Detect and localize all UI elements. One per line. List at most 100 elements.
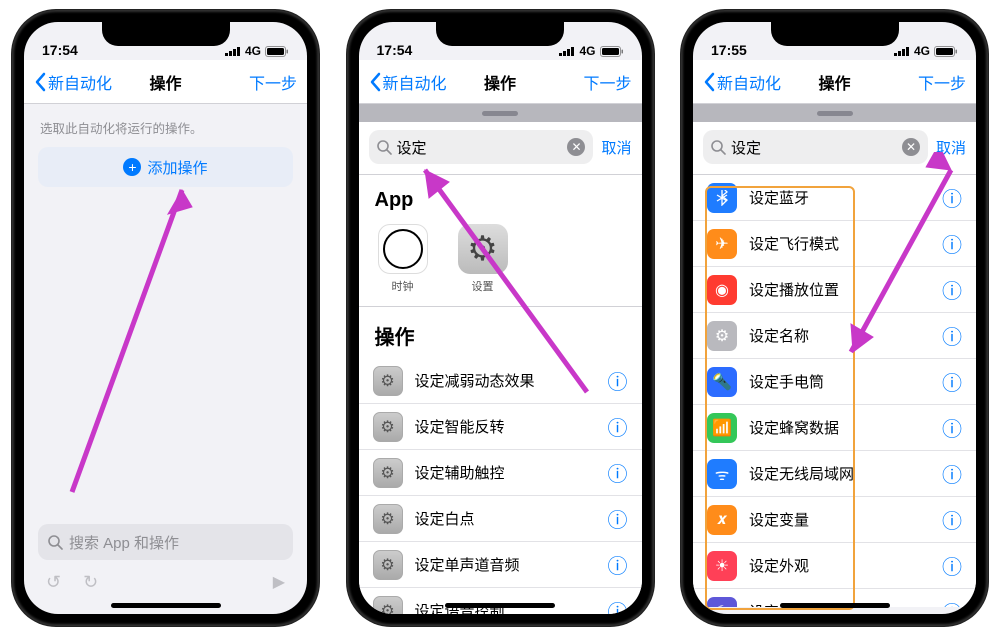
info-button[interactable]: ⓘ	[608, 412, 628, 441]
search-input[interactable]: 设定 ✕	[703, 130, 928, 164]
status-time: 17:55	[711, 42, 747, 58]
actions-list[interactable]: ⚙设定减弱动态效果ⓘ⚙设定智能反转ⓘ⚙设定辅助触控ⓘ⚙设定白点ⓘ⚙设定单声道音频…	[359, 358, 642, 614]
action-label: 设定减弱动态效果	[415, 370, 596, 391]
result-label: 设定名称	[749, 325, 930, 346]
search-input-bottom[interactable]: 搜索 App 和操作	[38, 524, 293, 560]
plane-icon: ✈	[707, 229, 737, 259]
add-action-button[interactable]: + 添加操作	[38, 147, 293, 187]
cancel-button[interactable]: 取消	[601, 137, 631, 158]
chevron-left-icon	[34, 72, 46, 92]
signal-icon	[225, 46, 241, 56]
action-label: 设定单声道音频	[415, 554, 596, 575]
chevron-left-icon	[703, 72, 715, 92]
result-row[interactable]: ✈设定飞行模式ⓘ	[693, 221, 976, 267]
app-settings[interactable]: 设置	[455, 224, 511, 294]
clock-icon	[378, 224, 428, 274]
battery-icon	[600, 46, 624, 57]
phone-frame-1: 17:54 4G 新自动化 操作 下一步 选取此自动化将运行的操作。 + 添加操…	[12, 10, 319, 626]
action-row[interactable]: ⚙设定语音控制ⓘ	[359, 588, 642, 614]
notch	[771, 22, 899, 46]
action-row[interactable]: ⚙设定智能反转ⓘ	[359, 404, 642, 450]
result-row[interactable]: 设定蓝牙ⓘ	[693, 175, 976, 221]
nav-title: 操作	[149, 70, 181, 94]
screen-3: 17:55 4G 新自动化 操作 下一步 设定 ✕ 取消 设定蓝牙ⓘ✈设	[693, 22, 976, 614]
status-time: 17:54	[377, 42, 413, 58]
settings-icon	[458, 224, 508, 274]
info-button[interactable]: ⓘ	[942, 459, 962, 488]
search-icon	[48, 535, 63, 550]
result-label: 设定播放位置	[749, 279, 930, 300]
notch	[436, 22, 564, 46]
sheet-grip[interactable]	[693, 104, 976, 122]
redo-button[interactable]: ↻	[83, 572, 98, 593]
torch-icon: 🔦	[707, 367, 737, 397]
action-row[interactable]: ⚙设定辅助触控ⓘ	[359, 450, 642, 496]
wifi-icon: ᯤ	[707, 459, 737, 489]
info-button[interactable]: ⓘ	[942, 321, 962, 350]
info-button[interactable]: ⓘ	[608, 596, 628, 614]
notch	[102, 22, 230, 46]
info-button[interactable]: ⓘ	[942, 275, 962, 304]
action-label: 设定白点	[415, 508, 596, 529]
nav-back-label: 新自动化	[383, 70, 447, 94]
result-row[interactable]: ◉设定播放位置ⓘ	[693, 267, 976, 313]
info-button[interactable]: ⓘ	[608, 504, 628, 533]
chevron-left-icon	[369, 72, 381, 92]
clear-search-button[interactable]: ✕	[902, 138, 920, 156]
results-list[interactable]: 设定蓝牙ⓘ✈设定飞行模式ⓘ◉设定播放位置ⓘ⚙设定名称ⓘ🔦设定手电筒ⓘ📶设定蜂窝数…	[693, 175, 976, 607]
play-button[interactable]: ▶	[273, 572, 285, 592]
info-button[interactable]: ⓘ	[942, 505, 962, 534]
status-right: 4G	[559, 44, 623, 58]
nav-bar: 新自动化 操作 下一步	[693, 60, 976, 104]
clear-search-button[interactable]: ✕	[567, 138, 585, 156]
result-label: 设定外观	[749, 555, 930, 576]
home-indicator[interactable]	[445, 603, 555, 608]
info-button[interactable]: ⓘ	[608, 366, 628, 395]
info-button[interactable]: ⓘ	[608, 458, 628, 487]
nav-next-button[interactable]: 下一步	[249, 70, 297, 94]
screen-2: 17:54 4G 新自动化 操作 下一步 设定 ✕ 取消 App	[359, 22, 642, 614]
nav-back-button[interactable]: 新自动化	[369, 70, 447, 94]
gear-icon: ⚙	[707, 321, 737, 351]
nav-bar: 新自动化 操作 下一步	[24, 60, 307, 104]
gear-icon: ⚙	[373, 596, 403, 615]
plus-icon: +	[123, 158, 141, 176]
result-row[interactable]: 🔦设定手电筒ⓘ	[693, 359, 976, 405]
undo-button[interactable]: ↺	[46, 572, 61, 593]
search-placeholder: 搜索 App 和操作	[69, 532, 179, 553]
home-indicator[interactable]	[780, 603, 890, 608]
signal-icon	[559, 46, 575, 56]
cancel-button[interactable]: 取消	[936, 137, 966, 158]
result-row[interactable]: ☀设定外观ⓘ	[693, 543, 976, 589]
result-label: 设定无线局域网	[749, 463, 930, 484]
info-button[interactable]: ⓘ	[942, 413, 962, 442]
action-label: 设定智能反转	[415, 416, 596, 437]
action-row[interactable]: ⚙设定单声道音频ⓘ	[359, 542, 642, 588]
subtitle-text: 选取此自动化将运行的操作。	[24, 104, 307, 147]
app-clock[interactable]: 时钟	[375, 224, 431, 294]
search-value: 设定	[397, 137, 563, 158]
network-label: 4G	[579, 44, 595, 58]
action-row[interactable]: ⚙设定白点ⓘ	[359, 496, 642, 542]
info-button[interactable]: ⓘ	[942, 597, 962, 607]
info-button[interactable]: ⓘ	[942, 367, 962, 396]
nav-next-button[interactable]: 下一步	[918, 70, 966, 94]
search-icon	[377, 140, 392, 155]
search-input[interactable]: 设定 ✕	[369, 130, 594, 164]
info-button[interactable]: ⓘ	[942, 183, 962, 212]
annotation-arrow-1	[52, 172, 232, 512]
result-row[interactable]: 📶设定蜂窝数据ⓘ	[693, 405, 976, 451]
result-row[interactable]: 𝒙设定变量ⓘ	[693, 497, 976, 543]
result-row[interactable]: ᯤ 设定无线局域网 ⓘ	[693, 451, 976, 497]
result-row[interactable]: ⚙ 设定名称 ⓘ	[693, 313, 976, 359]
sheet-grip[interactable]	[359, 104, 642, 122]
nav-next-button[interactable]: 下一步	[583, 70, 631, 94]
home-indicator[interactable]	[111, 603, 221, 608]
info-button[interactable]: ⓘ	[942, 229, 962, 258]
info-button[interactable]: ⓘ	[942, 551, 962, 580]
battery-icon	[934, 46, 958, 57]
action-row[interactable]: ⚙设定减弱动态效果ⓘ	[359, 358, 642, 404]
nav-back-button[interactable]: 新自动化	[703, 70, 781, 94]
info-button[interactable]: ⓘ	[608, 550, 628, 579]
nav-back-button[interactable]: 新自动化	[34, 70, 112, 94]
